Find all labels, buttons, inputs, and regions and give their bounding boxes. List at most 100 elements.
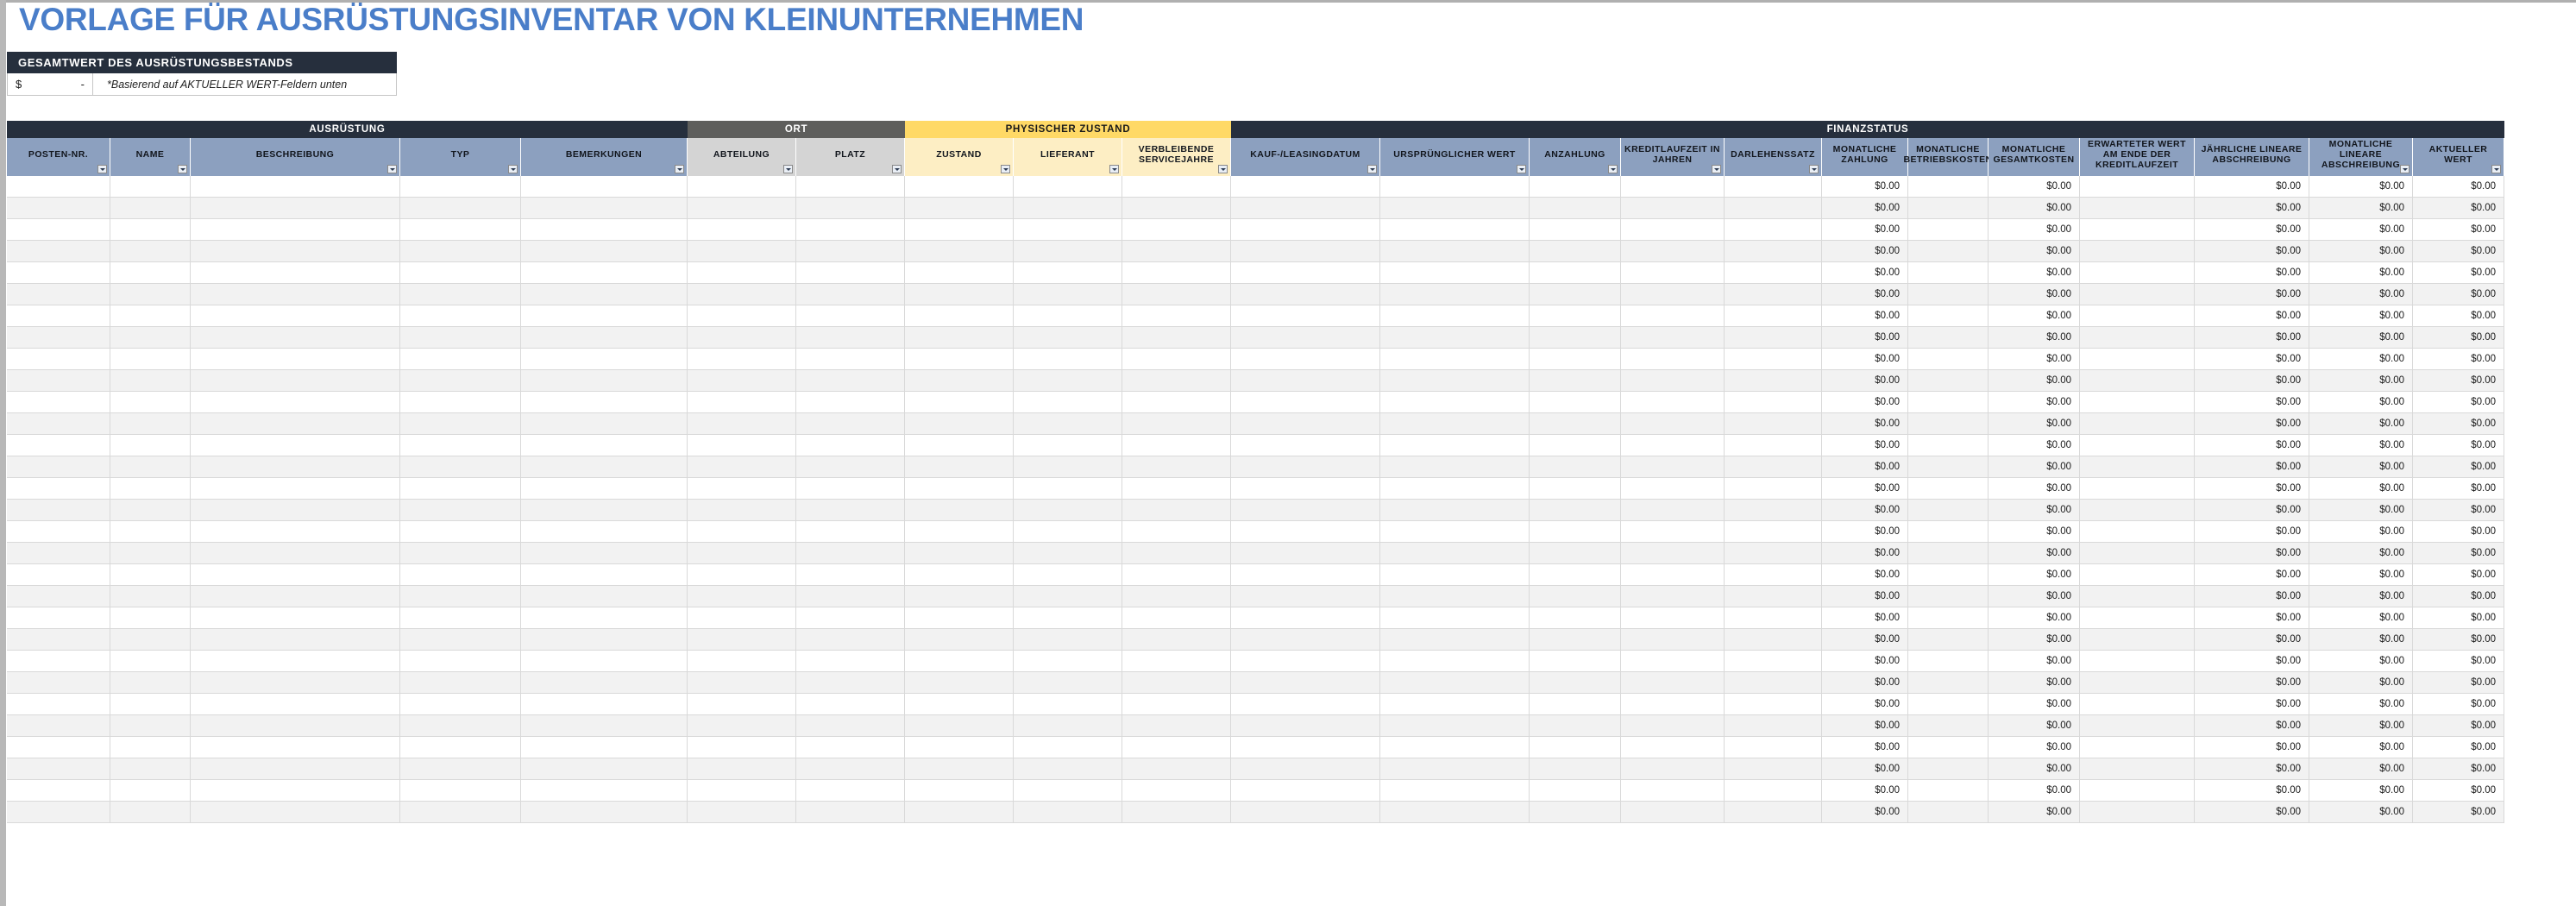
table-cell[interactable]: [2080, 198, 2195, 219]
table-cell[interactable]: [2080, 176, 2195, 198]
table-cell[interactable]: [2080, 586, 2195, 607]
table-cell[interactable]: [191, 349, 400, 370]
table-cell[interactable]: [400, 780, 521, 802]
table-cell[interactable]: [191, 629, 400, 651]
table-cell[interactable]: [521, 521, 688, 543]
table-cell[interactable]: [1380, 715, 1530, 737]
table-cell[interactable]: [400, 241, 521, 262]
table-cell[interactable]: [1621, 737, 1725, 758]
table-cell[interactable]: [1231, 564, 1380, 586]
table-cell[interactable]: $0.00: [1822, 672, 1908, 694]
table-cell[interactable]: $0.00: [1822, 737, 1908, 758]
table-cell[interactable]: $0.00: [2309, 586, 2413, 607]
table-cell[interactable]: [688, 413, 796, 435]
table-cell[interactable]: [905, 672, 1014, 694]
table-cell[interactable]: [1530, 737, 1621, 758]
table-cell[interactable]: $0.00: [1989, 607, 2080, 629]
table-cell[interactable]: [1014, 327, 1122, 349]
table-cell[interactable]: $0.00: [2195, 694, 2309, 715]
table-cell[interactable]: [191, 219, 400, 241]
table-cell[interactable]: $0.00: [1989, 349, 2080, 370]
table-cell[interactable]: $0.00: [1989, 802, 2080, 823]
filter-dropdown-icon[interactable]: [783, 165, 793, 173]
table-cell[interactable]: [1380, 456, 1530, 478]
table-cell[interactable]: [1231, 607, 1380, 629]
table-cell[interactable]: [1122, 219, 1231, 241]
filter-dropdown-icon[interactable]: [2400, 165, 2410, 173]
table-cell[interactable]: $0.00: [1822, 758, 1908, 780]
table-cell[interactable]: $0.00: [2309, 413, 2413, 435]
table-cell[interactable]: $0.00: [2309, 715, 2413, 737]
table-cell[interactable]: $0.00: [2309, 349, 2413, 370]
column-header-8[interactable]: LIEFERANT: [1014, 138, 1122, 176]
table-cell[interactable]: [400, 284, 521, 305]
table-cell[interactable]: [191, 758, 400, 780]
table-cell[interactable]: $0.00: [2195, 715, 2309, 737]
table-cell[interactable]: [1908, 780, 1989, 802]
table-cell[interactable]: $0.00: [2413, 715, 2504, 737]
table-cell[interactable]: $0.00: [2413, 413, 2504, 435]
table-cell[interactable]: [1122, 607, 1231, 629]
table-cell[interactable]: [688, 219, 796, 241]
table-cell[interactable]: [1122, 392, 1231, 413]
table-cell[interactable]: $0.00: [2309, 284, 2413, 305]
table-cell[interactable]: [1725, 651, 1822, 672]
table-cell[interactable]: $0.00: [2309, 543, 2413, 564]
table-cell[interactable]: $0.00: [1989, 521, 2080, 543]
table-cell[interactable]: [688, 241, 796, 262]
table-cell[interactable]: [2080, 780, 2195, 802]
table-cell[interactable]: $0.00: [1989, 176, 2080, 198]
table-cell[interactable]: [400, 478, 521, 500]
table-cell[interactable]: [1122, 284, 1231, 305]
table-cell[interactable]: [1231, 500, 1380, 521]
column-header-0[interactable]: POSTEN-NR.: [7, 138, 110, 176]
table-cell[interactable]: [1908, 198, 1989, 219]
table-cell[interactable]: [110, 586, 191, 607]
table-cell[interactable]: $0.00: [2195, 435, 2309, 456]
table-cell[interactable]: [1380, 586, 1530, 607]
table-cell[interactable]: [1530, 413, 1621, 435]
table-cell[interactable]: [1725, 478, 1822, 500]
table-cell[interactable]: [688, 435, 796, 456]
table-cell[interactable]: [796, 802, 905, 823]
table-cell[interactable]: [688, 500, 796, 521]
table-cell[interactable]: [1621, 219, 1725, 241]
column-header-3[interactable]: TYP: [400, 138, 521, 176]
table-cell[interactable]: [521, 392, 688, 413]
table-cell[interactable]: [688, 651, 796, 672]
column-header-14[interactable]: DARLEHENSSATZ: [1725, 138, 1822, 176]
table-cell[interactable]: [1530, 694, 1621, 715]
table-cell[interactable]: [796, 543, 905, 564]
table-cell[interactable]: [1231, 392, 1380, 413]
table-cell[interactable]: [905, 413, 1014, 435]
table-cell[interactable]: $0.00: [2195, 241, 2309, 262]
table-cell[interactable]: [1621, 478, 1725, 500]
table-cell[interactable]: [110, 478, 191, 500]
column-header-21[interactable]: AKTUELLER WERT: [2413, 138, 2504, 176]
column-header-4[interactable]: BEMERKUNGEN: [521, 138, 688, 176]
table-cell[interactable]: [1014, 543, 1122, 564]
table-cell[interactable]: $0.00: [1989, 758, 2080, 780]
table-cell[interactable]: $0.00: [1822, 478, 1908, 500]
filter-dropdown-icon[interactable]: [1517, 165, 1526, 173]
table-cell[interactable]: $0.00: [1989, 241, 2080, 262]
table-cell[interactable]: [1908, 651, 1989, 672]
filter-dropdown-icon[interactable]: [1712, 165, 1721, 173]
table-cell[interactable]: [521, 435, 688, 456]
table-cell[interactable]: [1122, 262, 1231, 284]
table-cell[interactable]: [521, 586, 688, 607]
table-cell[interactable]: [1530, 219, 1621, 241]
table-cell[interactable]: [1380, 651, 1530, 672]
table-cell[interactable]: [688, 262, 796, 284]
table-cell[interactable]: [1231, 802, 1380, 823]
table-cell[interactable]: [688, 327, 796, 349]
table-cell[interactable]: $0.00: [2309, 694, 2413, 715]
table-cell[interactable]: [191, 370, 400, 392]
table-cell[interactable]: [688, 478, 796, 500]
table-cell[interactable]: [1725, 629, 1822, 651]
table-cell[interactable]: [1231, 586, 1380, 607]
column-header-2[interactable]: BESCHREIBUNG: [191, 138, 400, 176]
table-cell[interactable]: [191, 672, 400, 694]
table-cell[interactable]: [191, 586, 400, 607]
table-cell[interactable]: [1014, 392, 1122, 413]
